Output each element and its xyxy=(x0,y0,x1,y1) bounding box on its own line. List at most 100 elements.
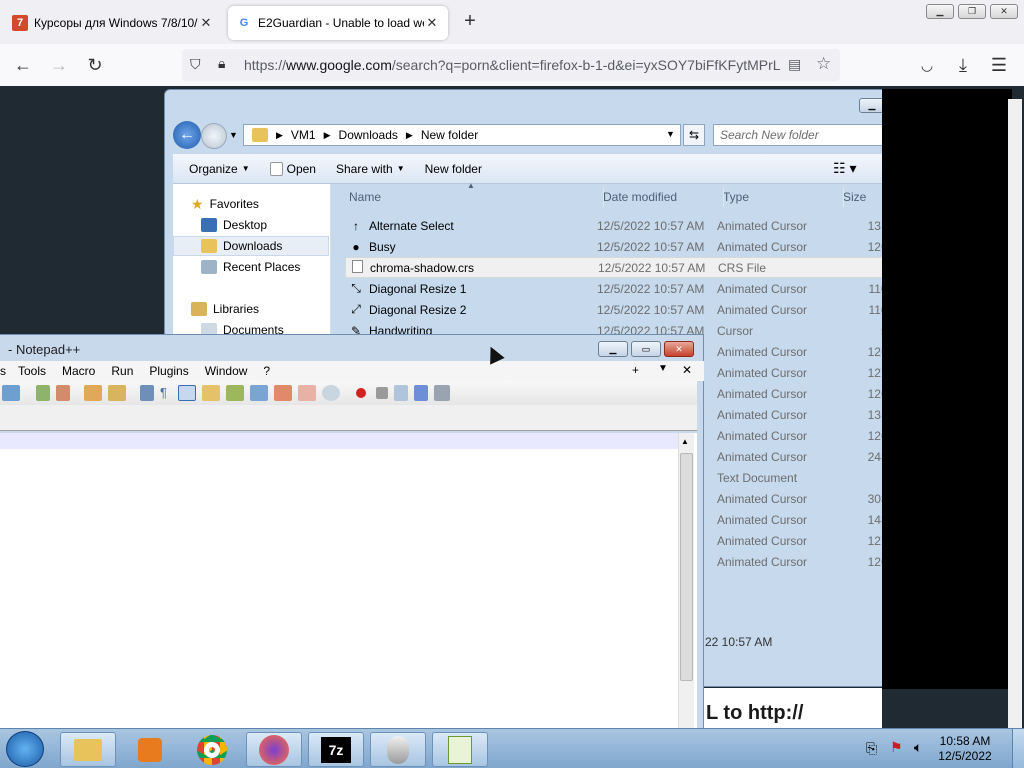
scroll-up-icon[interactable]: ▲ xyxy=(681,437,689,446)
url-bar[interactable]: ⛉ 🔒︎ https://www.google.com/search?q=por… xyxy=(182,49,840,81)
column-divider[interactable] xyxy=(843,187,844,207)
file-row[interactable]: ● Busy 12/5/2022 10:57 AM Animated Cursor 12… xyxy=(345,236,919,257)
nav-libraries[interactable]: Libraries xyxy=(173,299,329,319)
breadcrumb-downloads[interactable]: Downloads xyxy=(339,128,398,142)
back-icon[interactable]: ← xyxy=(8,50,38,80)
network-icon[interactable]: ⎘ xyxy=(866,740,877,757)
taskbar-7zip[interactable]: 7z xyxy=(308,732,364,767)
download-icon[interactable]: ⤓ xyxy=(948,50,978,80)
nav-favorites[interactable]: ★ Favorites xyxy=(173,194,329,214)
address-bar[interactable]: ▶ VM1 ▶ Downloads ▶ New folder ▼ xyxy=(243,124,681,146)
taskbar-firefox[interactable] xyxy=(246,732,302,767)
volume-icon[interactable]: 🔈︎ xyxy=(914,739,922,756)
sync-vertical-icon[interactable] xyxy=(84,385,102,401)
taskbar-chrome[interactable] xyxy=(184,732,240,767)
minimize-button[interactable]: ▁ xyxy=(598,341,628,357)
recent-pages-icon[interactable]: ▼ xyxy=(229,130,238,140)
column-divider[interactable] xyxy=(723,187,724,207)
chevron-right-icon[interactable]: ▶ xyxy=(324,130,331,141)
taskbar-notepad-plus-plus[interactable] xyxy=(432,732,488,767)
sync-horizontal-icon[interactable] xyxy=(108,385,126,401)
chevron-down-icon[interactable]: ▼ xyxy=(666,129,675,139)
menu-window[interactable]: Window xyxy=(197,364,256,378)
start-button[interactable] xyxy=(6,731,44,767)
forward-arrow-icon[interactable] xyxy=(201,123,227,149)
restore-button[interactable]: ❐ xyxy=(958,4,986,19)
taskbar-media-player[interactable] xyxy=(122,732,178,767)
zoom-in-icon[interactable] xyxy=(36,385,50,401)
stop-macro-icon[interactable] xyxy=(376,387,388,399)
action-center-icon[interactable]: ⚑ xyxy=(890,739,903,756)
tab-e2guardian[interactable]: G E2Guardian - Unable to load we ✕ xyxy=(228,6,448,40)
vertical-scrollbar[interactable]: ▲ xyxy=(678,433,694,729)
zoom-out-icon[interactable] xyxy=(56,385,70,401)
editor-area[interactable]: ▲ xyxy=(0,433,697,729)
tab-list-icon[interactable]: ▼ xyxy=(650,363,676,374)
file-row[interactable]: ↑ Alternate Select 12/5/2022 10:57 AM Anima… xyxy=(345,215,919,236)
taskbar-mouse-settings[interactable] xyxy=(370,732,426,767)
nav-recent-places[interactable]: Recent Places xyxy=(173,257,329,277)
close-doc-icon[interactable]: ✕ xyxy=(674,363,700,377)
taskbar-explorer[interactable] xyxy=(60,732,116,767)
column-name[interactable]: Name xyxy=(341,190,603,204)
menu-truncated[interactable]: s xyxy=(0,364,10,378)
file-row[interactable]: ⤡ Diagonal Resize 1 12/5/2022 10:57 AM Anim… xyxy=(345,278,919,299)
reload-icon[interactable]: ↻ xyxy=(80,50,110,80)
page-scrollbar[interactable] xyxy=(1008,99,1022,729)
menu-tools[interactable]: Tools xyxy=(10,364,54,378)
close-icon[interactable]: ✕ xyxy=(198,15,214,31)
new-tab-button[interactable]: + xyxy=(458,10,482,34)
pocket-icon[interactable]: ◡ xyxy=(912,50,942,80)
udl-icon[interactable] xyxy=(202,385,220,401)
monitoring-icon[interactable] xyxy=(322,385,340,401)
file-row[interactable]: chroma-shadow.crs 12/5/2022 10:57 AM CRS F… xyxy=(345,257,919,278)
nav-desktop[interactable]: Desktop xyxy=(173,215,329,235)
bookmark-star-icon[interactable]: ☆ xyxy=(816,54,836,74)
doc-map-icon[interactable] xyxy=(226,385,244,401)
scroll-thumb[interactable] xyxy=(680,453,693,681)
show-all-chars-icon[interactable]: ¶ xyxy=(160,385,172,401)
breadcrumb-vm1[interactable]: VM1 xyxy=(291,128,316,142)
column-type[interactable]: Type xyxy=(723,190,843,204)
forward-icon[interactable]: → xyxy=(44,50,74,80)
menu-help[interactable]: ? xyxy=(255,364,278,378)
view-options-icon[interactable]: ☷ ▾ xyxy=(833,160,856,177)
chevron-right-icon[interactable]: ▶ xyxy=(276,130,283,141)
word-wrap-icon[interactable] xyxy=(140,385,154,401)
play-macro-icon[interactable] xyxy=(394,385,408,401)
maximize-button[interactable]: ▭ xyxy=(631,341,661,357)
save-macro-icon[interactable] xyxy=(434,385,450,401)
close-icon[interactable]: ✕ xyxy=(424,15,440,31)
file-row[interactable]: ⤢ Diagonal Resize 2 12/5/2022 10:57 AM Anim… xyxy=(345,299,919,320)
menu-icon[interactable]: ☰ xyxy=(984,50,1014,80)
new-folder-button[interactable]: New folder xyxy=(415,162,492,176)
open-button[interactable]: Open xyxy=(260,161,326,176)
share-with-button[interactable]: Share with ▼ xyxy=(326,162,415,176)
column-divider[interactable] xyxy=(603,187,604,207)
menu-plugins[interactable]: Plugins xyxy=(141,364,196,378)
reader-view-icon[interactable]: ▤ xyxy=(788,56,808,73)
tab-cursors[interactable]: 7 Курсоры для Windows 7/8/10/1 ✕ xyxy=(4,6,222,40)
back-arrow-icon[interactable]: ← xyxy=(173,121,201,149)
run-macro-multiple-icon[interactable] xyxy=(414,385,428,401)
add-tab-icon[interactable]: + xyxy=(624,363,647,377)
minimize-button[interactable]: ▁ xyxy=(926,4,954,19)
close-button[interactable]: ✕ xyxy=(990,4,1018,19)
refresh-icon[interactable]: ⇆ xyxy=(683,124,705,146)
chevron-right-icon[interactable]: ▶ xyxy=(406,130,413,141)
shield-icon[interactable]: ⛉ xyxy=(190,56,201,73)
close-button[interactable]: ✕ xyxy=(664,341,694,357)
record-macro-icon[interactable] xyxy=(356,388,366,398)
macro-icon[interactable] xyxy=(2,385,20,401)
lock-icon[interactable]: 🔒︎ xyxy=(218,55,225,72)
breadcrumb-new-folder[interactable]: New folder xyxy=(421,128,478,142)
menu-run[interactable]: Run xyxy=(103,364,141,378)
nav-downloads[interactable]: Downloads xyxy=(173,236,329,256)
folder-as-workspace-icon[interactable] xyxy=(274,385,292,401)
function-list-icon[interactable] xyxy=(250,385,268,401)
system-clock[interactable]: 10:58 AM 12/5/2022 xyxy=(930,734,1000,764)
indent-guide-icon[interactable] xyxy=(178,385,196,401)
menu-macro[interactable]: Macro xyxy=(54,364,103,378)
show-desktop-button[interactable] xyxy=(1012,729,1024,768)
folder-icon[interactable] xyxy=(298,385,316,401)
